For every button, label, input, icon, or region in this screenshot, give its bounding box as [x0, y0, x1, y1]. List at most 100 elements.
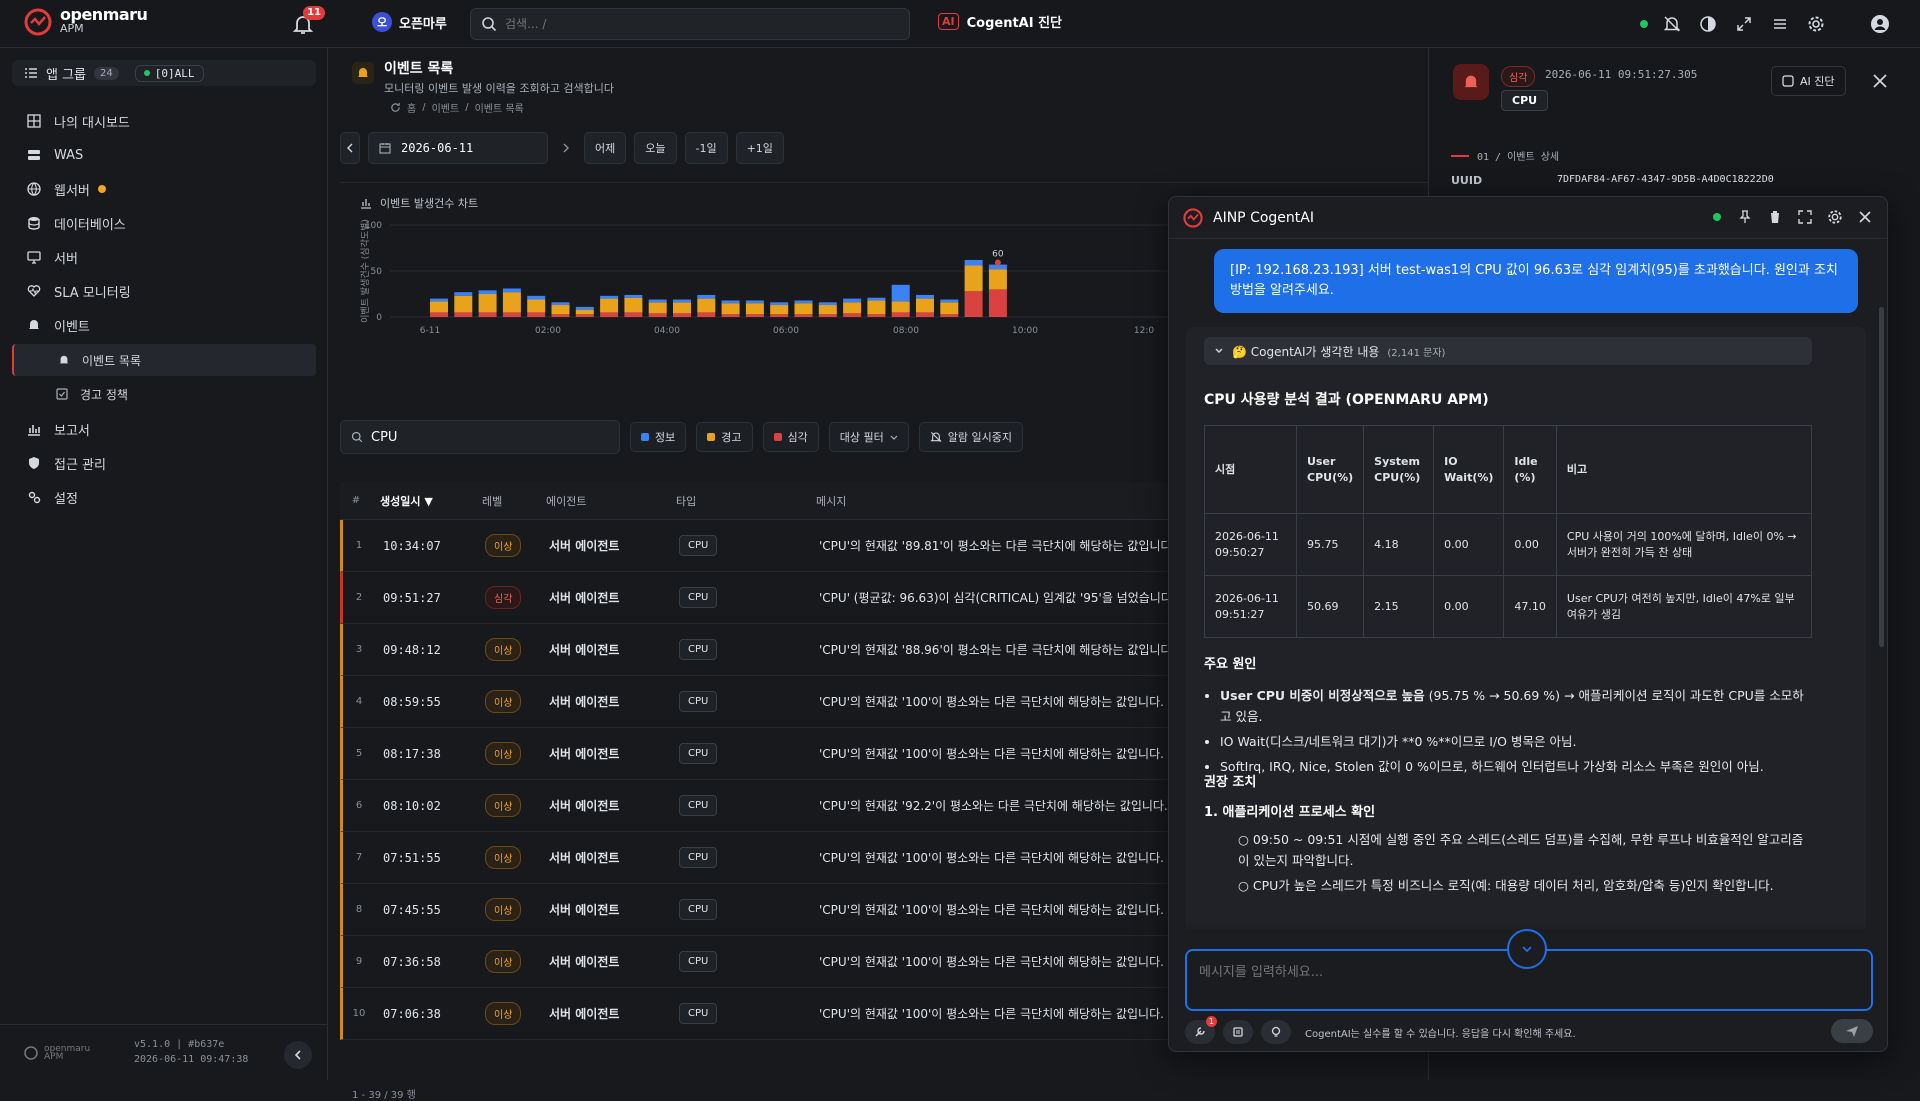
- refresh-icon[interactable]: [390, 102, 401, 113]
- sidebar-item-access[interactable]: 접근 관리: [0, 446, 328, 480]
- row-level-cell: 이상: [485, 846, 549, 869]
- bar-segment: [988, 289, 1007, 317]
- notification-button[interactable]: 11: [291, 6, 325, 36]
- bar-segment: [697, 294, 716, 299]
- sidebar-item-sla[interactable]: SLA 모니터링: [0, 274, 328, 308]
- notification-badge: 11: [303, 6, 325, 20]
- bar-segment: [478, 294, 497, 313]
- chat-settings-button[interactable]: [1825, 207, 1845, 227]
- action-1-sub-1: ○ 09:50 ~ 09:51 시점에 실행 중인 주요 스레드(스레드 덤프)…: [1238, 829, 1810, 871]
- settings-button[interactable]: [1804, 12, 1828, 36]
- global-search[interactable]: [470, 8, 910, 40]
- wrench-icon: [1195, 1027, 1205, 1037]
- chip-label: 심각: [787, 431, 808, 444]
- col-created[interactable]: 생성일시 ▼: [372, 493, 482, 509]
- level-chip-critical[interactable]: 심각: [762, 422, 819, 452]
- brand-logo[interactable]: openmaru APM: [24, 7, 148, 36]
- search-input[interactable]: [505, 17, 899, 31]
- type-badge: CPU: [679, 847, 718, 868]
- next-date-button[interactable]: [556, 132, 576, 164]
- ai-badge-icon: AI: [938, 13, 959, 30]
- sidebar-subitem-event-list[interactable]: 이벤트 목록: [12, 344, 316, 376]
- date-picker[interactable]: 2026-06-11: [368, 132, 548, 164]
- sidebar-item-dashboard[interactable]: 나의 대시보드: [0, 104, 328, 138]
- chat-messages[interactable]: [IP: 192.168.23.193] 서버 test-was1의 CPU 값…: [1169, 239, 1879, 929]
- event-search-field[interactable]: CPU: [340, 420, 620, 454]
- close-chat-button[interactable]: [1855, 207, 1875, 227]
- breadcrumb-home[interactable]: 홈: [407, 100, 416, 115]
- cell: User CPU가 여전히 높지만, Idle이 47%로 일부 여유가 생김: [1555, 575, 1813, 638]
- templates-button[interactable]: [1223, 1020, 1253, 1044]
- sidebar-item-was[interactable]: WAS: [0, 138, 328, 172]
- bar-segment: [916, 294, 934, 299]
- filter-bar: CPU 정보 경고 심각 대상 필터 알람 일시중지: [340, 420, 1023, 454]
- breadcrumb-events[interactable]: 이벤트: [432, 100, 460, 115]
- checkbox-icon: [56, 388, 68, 400]
- trash-icon: [1770, 211, 1780, 223]
- assistant-message: 🤔 CogentAI가 생각한 내용 (2,141 문자) CPU 사용량 분석…: [1186, 327, 1866, 929]
- ai-diagnosis-button[interactable]: AI 진단: [1771, 66, 1846, 96]
- thinking-toggle[interactable]: 🤔 CogentAI가 생각한 내용 (2,141 문자): [1204, 337, 1812, 365]
- chat-header[interactable]: AINP CogentAI: [1169, 197, 1887, 239]
- row-agent: 서버 에이전트: [549, 1007, 620, 1021]
- level-chip-info[interactable]: 정보: [630, 422, 687, 452]
- delete-button[interactable]: [1765, 207, 1785, 227]
- minus-day-button[interactable]: -1일: [684, 132, 728, 164]
- app-group-filter[interactable]: [0]ALL: [134, 64, 204, 82]
- collapse-sidebar-button[interactable]: [284, 1041, 312, 1069]
- send-button[interactable]: [1831, 1019, 1873, 1043]
- sidebar-item-database[interactable]: 데이터베이스: [0, 206, 328, 240]
- tenant-selector[interactable]: 오 오픈마루: [372, 12, 447, 32]
- circle-bullet-icon: ○: [1238, 878, 1253, 893]
- event-search-value: CPU: [371, 429, 398, 445]
- bar-segment: [624, 294, 643, 298]
- plus-day-button[interactable]: +1일: [735, 132, 784, 164]
- bar-annotation: 60: [992, 250, 1004, 260]
- sidebar-item-webserver[interactable]: 웹서버: [0, 172, 328, 206]
- logo-icon: [24, 1046, 38, 1060]
- sidebar-item-reports[interactable]: 보고서: [0, 412, 328, 446]
- menu-button[interactable]: [1768, 12, 1792, 36]
- pin-button[interactable]: [1735, 207, 1755, 227]
- bar-segment: [430, 301, 448, 313]
- theme-toggle-button[interactable]: [1696, 12, 1720, 36]
- annotation-dot: [994, 259, 1001, 266]
- bar-segment: [891, 284, 910, 302]
- tools-button[interactable]: 1: [1185, 1016, 1217, 1044]
- bar-segment: [673, 302, 691, 314]
- app-group-selector[interactable]: 앱 그룹 24 [0]ALL: [12, 60, 316, 86]
- cogent-diagnosis-button[interactable]: AI CogentAI 진단: [938, 12, 1062, 31]
- user-message: [IP: 192.168.23.193] 서버 test-was1의 CPU 값…: [1214, 249, 1858, 313]
- bar-segment: [454, 295, 473, 313]
- mute-alarm-chip[interactable]: 알람 일시중지: [918, 422, 1023, 452]
- maximize-button[interactable]: [1795, 207, 1815, 227]
- scroll-to-bottom-button[interactable]: [1507, 929, 1547, 969]
- bar-segment: [891, 312, 910, 317]
- sidebar-item-server[interactable]: 서버: [0, 240, 328, 274]
- detail-level-badge: 심각: [1501, 66, 1536, 87]
- footer-brand-sub: APM: [44, 1052, 64, 1062]
- close-detail-button[interactable]: [1869, 70, 1891, 92]
- y-axis-label: 이벤트 발생건수 (심각도별): [359, 219, 371, 323]
- chevron-left-icon: [347, 143, 353, 153]
- tips-button[interactable]: [1261, 1020, 1291, 1044]
- level-chip-warning[interactable]: 경고: [696, 422, 753, 452]
- grid-icon: [26, 113, 42, 129]
- event-chart[interactable]: 050100이벤트 발생건수 (심각도별) 606-11 02:00 04:00 06:…: [340, 205, 1200, 395]
- sidebar-subitem-alert-policy[interactable]: 경고 정책: [12, 378, 316, 410]
- close-icon: [1873, 74, 1887, 88]
- th-time: 시점: [1204, 425, 1297, 514]
- row-level-cell: 이상: [485, 534, 549, 557]
- mute-alarm-button[interactable]: [1660, 12, 1684, 36]
- target-filter-dropdown[interactable]: 대상 필터: [828, 422, 909, 452]
- today-button[interactable]: 오늘: [634, 132, 677, 164]
- bar-segment: [794, 300, 813, 304]
- yesterday-button[interactable]: 어제: [584, 132, 627, 164]
- user-profile-button[interactable]: [1868, 12, 1892, 36]
- sidebar-item-events[interactable]: 이벤트: [0, 308, 328, 342]
- action-title: 권장 조치: [1204, 775, 1257, 790]
- sidebar-item-settings[interactable]: 설정: [0, 480, 328, 514]
- fullscreen-button[interactable]: [1732, 12, 1756, 36]
- prev-date-button[interactable]: [340, 132, 360, 164]
- chat-scrollbar[interactable]: [1879, 307, 1884, 647]
